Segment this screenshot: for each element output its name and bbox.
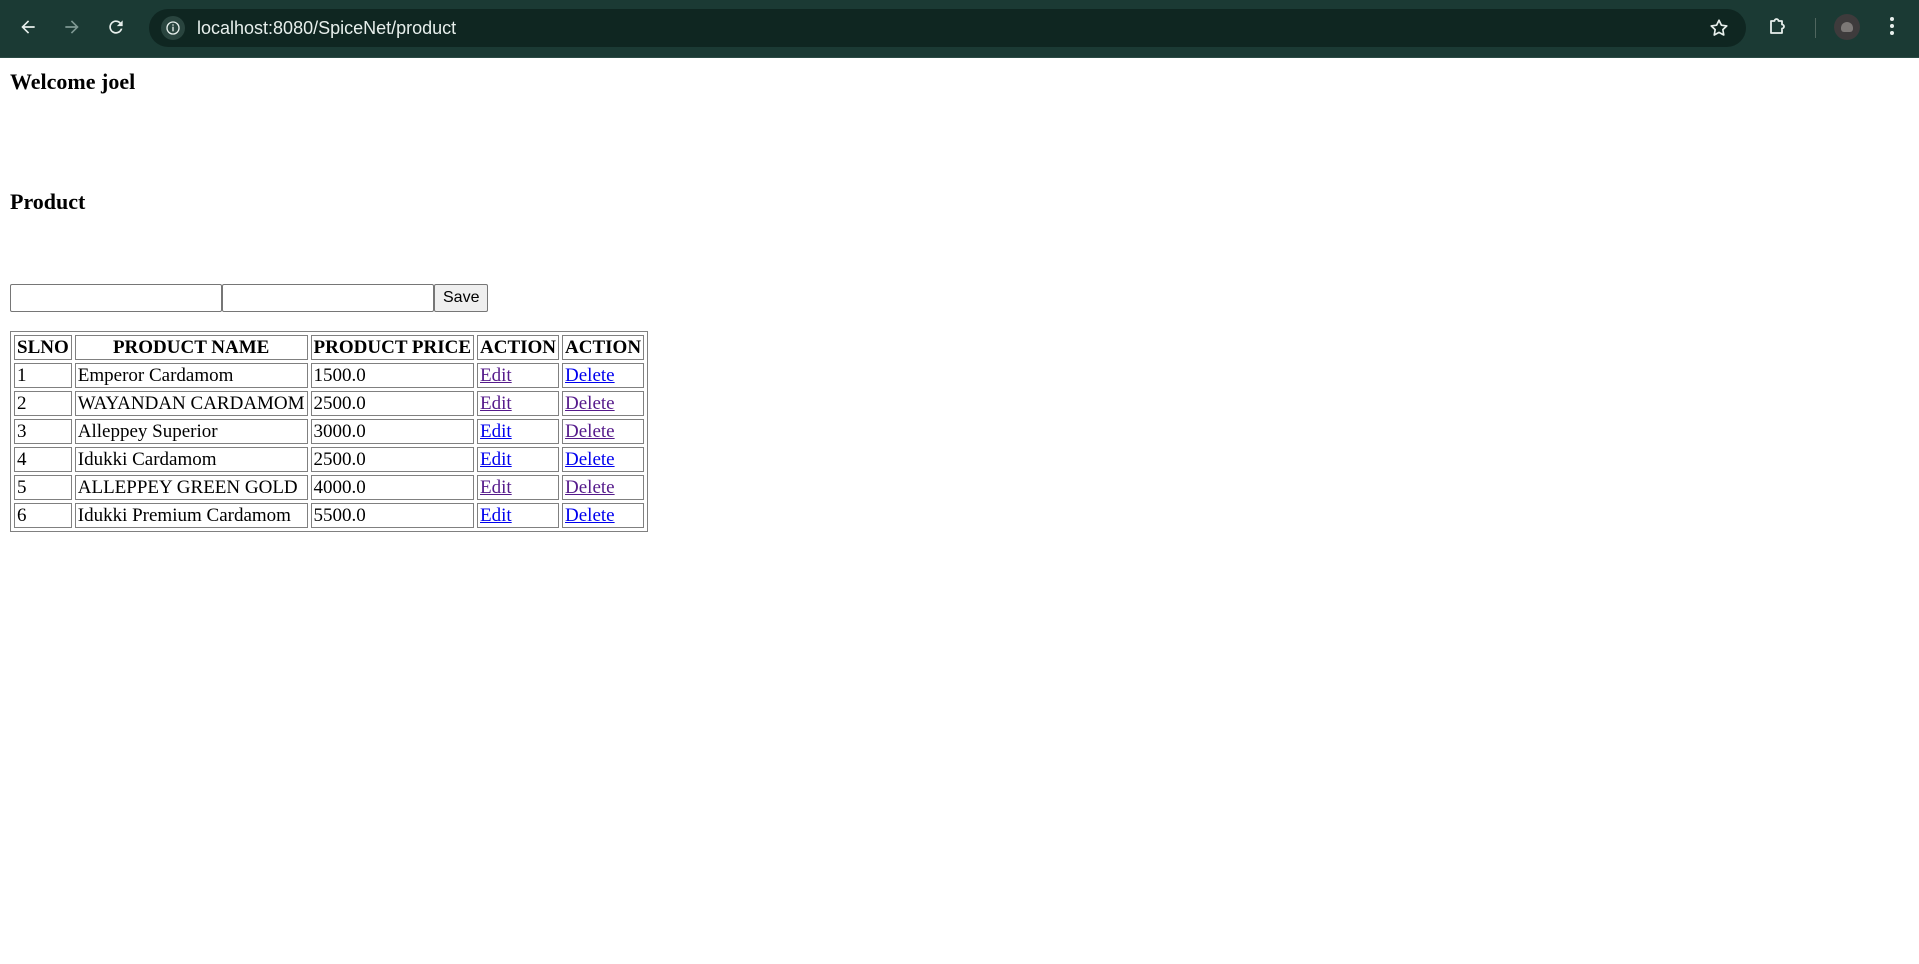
reload-button[interactable] [101, 12, 131, 42]
table-row: 4 Idukki Cardamom 2500.0 Edit Delete [14, 447, 645, 472]
cell-product-name: Idukki Premium Cardamom [74, 503, 308, 528]
table-row: 6 Idukki Premium Cardamom 5500.0 Edit De… [14, 503, 645, 528]
edit-link[interactable]: Edit [480, 505, 512, 526]
delete-link[interactable]: Delete [565, 505, 615, 526]
cell-delete: Delete [562, 391, 645, 416]
edit-link[interactable]: Edit [480, 449, 512, 470]
cell-product-price: 2500.0 [310, 391, 475, 416]
cell-edit: Edit [477, 447, 560, 472]
forward-button[interactable] [57, 12, 87, 42]
cell-edit: Edit [477, 363, 560, 388]
browser-menu-button[interactable] [1880, 14, 1904, 43]
cell-delete: Delete [562, 419, 645, 444]
cell-slno: 6 [14, 503, 72, 528]
edit-link[interactable]: Edit [480, 365, 512, 386]
save-button[interactable]: Save [434, 284, 489, 312]
puzzle-icon [1770, 18, 1785, 34]
cell-product-name: Alleppey Superior [74, 419, 308, 444]
column-header-product-price: PRODUCT PRICE [310, 335, 475, 360]
cell-product-name: ALLEPPEY GREEN GOLD [74, 475, 308, 500]
toolbar-divider [1815, 18, 1816, 38]
delete-link[interactable]: Delete [565, 449, 615, 470]
cell-product-name: Idukki Cardamom [74, 447, 308, 472]
url-text[interactable]: localhost:8080/SpiceNet/product [197, 9, 456, 47]
cell-slno: 4 [14, 447, 72, 472]
column-header-slno: SLNO [14, 335, 72, 360]
cell-edit: Edit [477, 419, 560, 444]
edit-link[interactable]: Edit [480, 393, 512, 414]
table-header-row: SLNO PRODUCT NAME PRODUCT PRICE ACTION A… [14, 335, 645, 360]
delete-link[interactable]: Delete [565, 393, 615, 414]
cell-product-price: 5500.0 [310, 503, 475, 528]
cell-slno: 1 [14, 363, 72, 388]
cell-slno: 2 [14, 391, 72, 416]
delete-link[interactable]: Delete [565, 421, 615, 442]
cell-delete: Delete [562, 447, 645, 472]
kebab-menu-icon [1890, 17, 1894, 35]
cell-product-price: 3000.0 [310, 419, 475, 444]
column-header-product-name: PRODUCT NAME [74, 335, 308, 360]
cell-slno: 3 [14, 419, 72, 444]
column-header-action-edit: ACTION [477, 335, 560, 360]
product-price-input[interactable] [222, 284, 434, 312]
column-header-action-delete: ACTION [562, 335, 645, 360]
welcome-heading: Welcome joel [10, 69, 136, 94]
browser-toolbar: localhost:8080/SpiceNet/product [0, 0, 1919, 58]
extensions-button[interactable] [1766, 14, 1790, 43]
table-row: 1 Emperor Cardamom 1500.0 Edit Delete [14, 363, 645, 388]
table-row: 3 Alleppey Superior 3000.0 Edit Delete [14, 419, 645, 444]
back-button[interactable] [13, 12, 43, 42]
cell-edit: Edit [477, 475, 560, 500]
reload-icon [109, 20, 123, 34]
cell-delete: Delete [562, 503, 645, 528]
page-title: Product [10, 189, 86, 214]
cell-edit: Edit [477, 503, 560, 528]
edit-link[interactable]: Edit [480, 477, 512, 498]
site-info-button[interactable] [161, 16, 185, 40]
cell-product-price: 1500.0 [310, 363, 475, 388]
arrow-left-icon [21, 20, 35, 34]
cell-product-name: WAYANDAN CARDAMOM [74, 391, 308, 416]
products-table: SLNO PRODUCT NAME PRODUCT PRICE ACTION A… [10, 331, 649, 532]
page-content: Welcome joel Product Save SLNO PRODUCT N… [0, 58, 1919, 964]
cell-product-price: 2500.0 [310, 447, 475, 472]
cell-product-name: Emperor Cardamom [74, 363, 308, 388]
table-row: 5 ALLEPPEY GREEN GOLD 4000.0 Edit Delete [14, 475, 645, 500]
bookmark-button[interactable] [1708, 17, 1730, 44]
delete-link[interactable]: Delete [565, 365, 615, 386]
address-bar[interactable]: localhost:8080/SpiceNet/product [149, 9, 1746, 47]
profile-avatar[interactable] [1834, 14, 1860, 40]
cell-delete: Delete [562, 475, 645, 500]
cell-product-price: 4000.0 [310, 475, 475, 500]
cell-delete: Delete [562, 363, 645, 388]
cell-slno: 5 [14, 475, 72, 500]
cell-edit: Edit [477, 391, 560, 416]
product-form: Save [10, 284, 489, 312]
product-name-input[interactable] [10, 284, 222, 312]
arrow-right-icon [65, 20, 79, 34]
table-row: 2 WAYANDAN CARDAMOM 2500.0 Edit Delete [14, 391, 645, 416]
delete-link[interactable]: Delete [565, 477, 615, 498]
edit-link[interactable]: Edit [480, 421, 512, 442]
star-icon [1710, 19, 1728, 36]
info-icon [166, 21, 180, 35]
